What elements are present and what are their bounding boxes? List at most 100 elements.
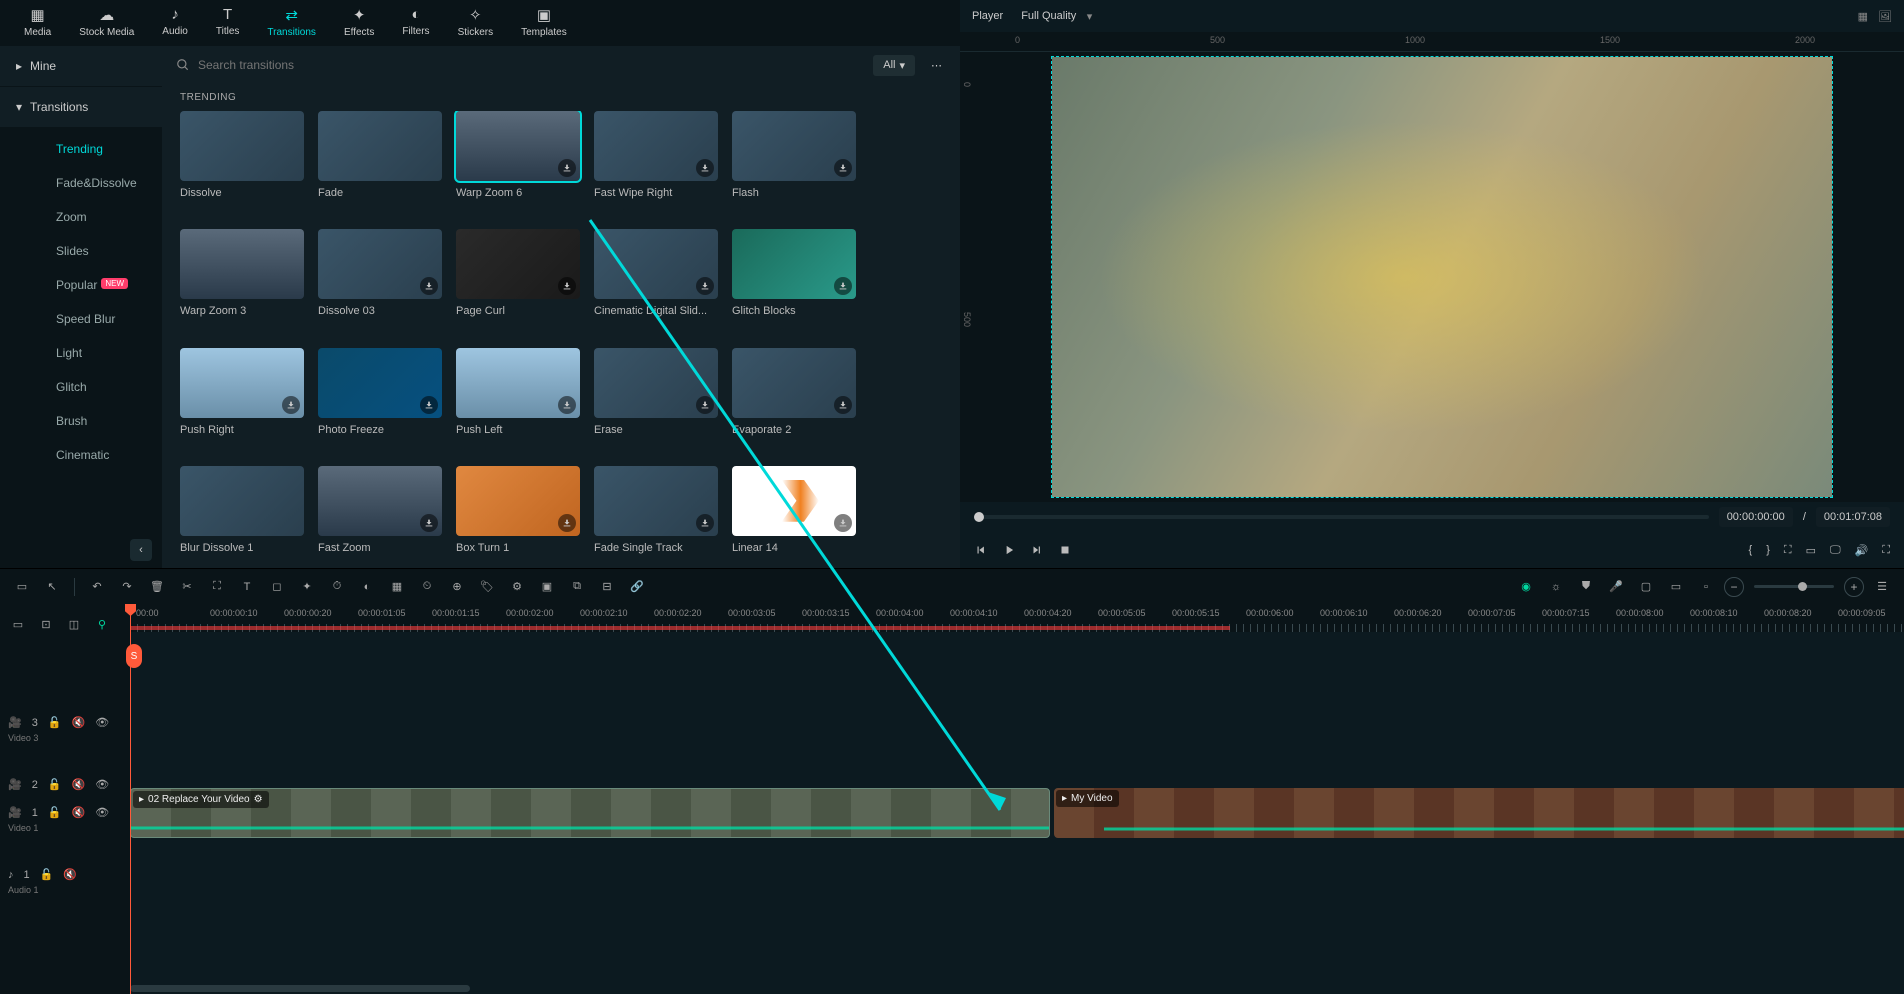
- sidebar-item-speedblur[interactable]: Speed Blur: [0, 302, 162, 336]
- select-tool[interactable]: ▭: [10, 575, 34, 599]
- eye-icon[interactable]: 👁: [95, 778, 109, 791]
- transition-thumb[interactable]: [180, 348, 304, 418]
- transition-card[interactable]: Box Turn 1: [456, 466, 580, 568]
- text-button[interactable]: T: [235, 575, 259, 599]
- transition-card[interactable]: Photo Freeze: [318, 348, 442, 450]
- timeline-ruler[interactable]: 00:0000:00:00:1000:00:00:2000:00:01:0500…: [130, 604, 1904, 632]
- shield-icon[interactable]: ⛊: [1574, 575, 1598, 599]
- zoom-in-button[interactable]: +: [1844, 577, 1864, 597]
- sidebar-mine[interactable]: ▸Mine: [0, 46, 162, 86]
- transition-thumb[interactable]: [732, 229, 856, 299]
- transition-thumb[interactable]: [180, 111, 304, 181]
- tl-view3-button[interactable]: ◫: [64, 614, 84, 634]
- lock-icon[interactable]: 🔓: [48, 778, 62, 791]
- nav-tab-titles[interactable]: TTitles: [202, 4, 254, 39]
- transition-thumb[interactable]: [456, 466, 580, 536]
- transition-thumb[interactable]: [318, 229, 442, 299]
- volume-icon[interactable]: 🔊: [1855, 544, 1869, 557]
- download-icon[interactable]: [834, 514, 852, 532]
- track-audio1[interactable]: [130, 844, 1904, 904]
- transition-thumb[interactable]: [456, 229, 580, 299]
- search-box[interactable]: [176, 58, 861, 72]
- delete-button[interactable]: 🗑: [145, 575, 169, 599]
- transition-card[interactable]: Erase: [594, 348, 718, 450]
- list-view-icon[interactable]: ☰: [1870, 575, 1894, 599]
- screen2-icon[interactable]: ▭: [1664, 575, 1688, 599]
- search-input[interactable]: [198, 58, 861, 72]
- mute-icon[interactable]: 🔇: [72, 778, 86, 791]
- lock-icon[interactable]: 🔓: [48, 716, 62, 729]
- transition-card[interactable]: Page Curl: [456, 229, 580, 331]
- transition-thumb[interactable]: [180, 229, 304, 299]
- transition-card[interactable]: Warp Zoom 3: [180, 229, 304, 331]
- transition-thumb[interactable]: [594, 466, 718, 536]
- download-icon[interactable]: [696, 159, 714, 177]
- transition-card[interactable]: Dissolve: [180, 111, 304, 213]
- nav-tab-stock-media[interactable]: ☁Stock Media: [65, 4, 148, 40]
- filter-all-dropdown[interactable]: All▾: [873, 55, 915, 76]
- link-button[interactable]: 🔗: [625, 575, 649, 599]
- track-head-audio1[interactable]: ♪1🔓🔇 Audio 1: [0, 860, 130, 900]
- transition-thumb[interactable]: [732, 111, 856, 181]
- track-head-video2[interactable]: 🎥2🔓🔇👁: [0, 770, 130, 798]
- download-icon[interactable]: [420, 277, 438, 295]
- download-icon[interactable]: [558, 159, 576, 177]
- sidebar-transitions[interactable]: ▾Transitions: [0, 87, 162, 127]
- color-button[interactable]: ◐: [355, 575, 379, 599]
- nav-tab-media[interactable]: ▦Media: [10, 4, 65, 40]
- transition-card[interactable]: Evaporate 2: [732, 348, 856, 450]
- transition-card[interactable]: Cinematic Digital Slid...: [594, 229, 718, 331]
- download-icon[interactable]: [558, 396, 576, 414]
- mask-button[interactable]: ◻: [265, 575, 289, 599]
- download-icon[interactable]: [834, 277, 852, 295]
- download-icon[interactable]: [696, 514, 714, 532]
- tl-magnet-button[interactable]: ⚲: [92, 614, 112, 634]
- download-icon[interactable]: [420, 514, 438, 532]
- transition-card[interactable]: Fade: [318, 111, 442, 213]
- sidebar-collapse-button[interactable]: ‹: [130, 539, 152, 561]
- settings-icon[interactable]: ☼: [1544, 575, 1568, 599]
- timeline-scrollbar[interactable]: [130, 985, 470, 992]
- slider-handle[interactable]: S: [126, 644, 142, 668]
- transition-thumb[interactable]: [318, 348, 442, 418]
- sidebar-item-glitch[interactable]: Glitch: [0, 370, 162, 404]
- eye-icon[interactable]: 👁: [95, 716, 109, 729]
- download-icon[interactable]: [558, 514, 576, 532]
- mark-in-button[interactable]: {: [1749, 544, 1753, 556]
- cut-button[interactable]: ✂: [175, 575, 199, 599]
- lock-icon[interactable]: 🔓: [40, 868, 54, 881]
- transition-card[interactable]: Glitch Blocks: [732, 229, 856, 331]
- group-button[interactable]: ▣: [535, 575, 559, 599]
- adjust-button[interactable]: ⚙: [505, 575, 529, 599]
- snap-button[interactable]: ⊟: [595, 575, 619, 599]
- transition-thumb[interactable]: [594, 348, 718, 418]
- pointer-tool[interactable]: ↖: [40, 575, 64, 599]
- play-button[interactable]: [1002, 543, 1016, 557]
- scrub-track[interactable]: [974, 515, 1709, 519]
- tl-view1-button[interactable]: ▭: [8, 614, 28, 634]
- transition-thumb[interactable]: [594, 229, 718, 299]
- mic-icon[interactable]: 🎤: [1604, 575, 1628, 599]
- transition-card[interactable]: Linear 14: [732, 466, 856, 568]
- download-icon[interactable]: [696, 277, 714, 295]
- redo-button[interactable]: ↷: [115, 575, 139, 599]
- transition-thumb[interactable]: [318, 111, 442, 181]
- speed-button[interactable]: ⏱: [325, 575, 349, 599]
- track-video3[interactable]: [130, 696, 1904, 756]
- undo-button[interactable]: ↶: [85, 575, 109, 599]
- prev-frame-button[interactable]: [974, 543, 988, 557]
- zoom-slider[interactable]: [1754, 585, 1834, 588]
- grid-view-icon[interactable]: ▦: [1858, 10, 1868, 23]
- sidebar-item-zoom[interactable]: Zoom: [0, 200, 162, 234]
- clip-replace-your-video[interactable]: ▸02 Replace Your Video⚙: [130, 788, 1050, 838]
- transition-thumb[interactable]: [456, 348, 580, 418]
- eye-icon[interactable]: 👁: [95, 806, 109, 819]
- zoom-out-button[interactable]: −: [1724, 577, 1744, 597]
- download-icon[interactable]: [696, 396, 714, 414]
- sidebar-item-light[interactable]: Light: [0, 336, 162, 370]
- layers-button[interactable]: ⧉: [565, 575, 589, 599]
- mark-out-button[interactable]: }: [1766, 544, 1770, 556]
- nav-tab-transitions[interactable]: ⇄Transitions: [253, 4, 330, 40]
- nav-tab-templates[interactable]: ▣Templates: [507, 4, 581, 40]
- nav-tab-filters[interactable]: ◐Filters: [388, 4, 443, 39]
